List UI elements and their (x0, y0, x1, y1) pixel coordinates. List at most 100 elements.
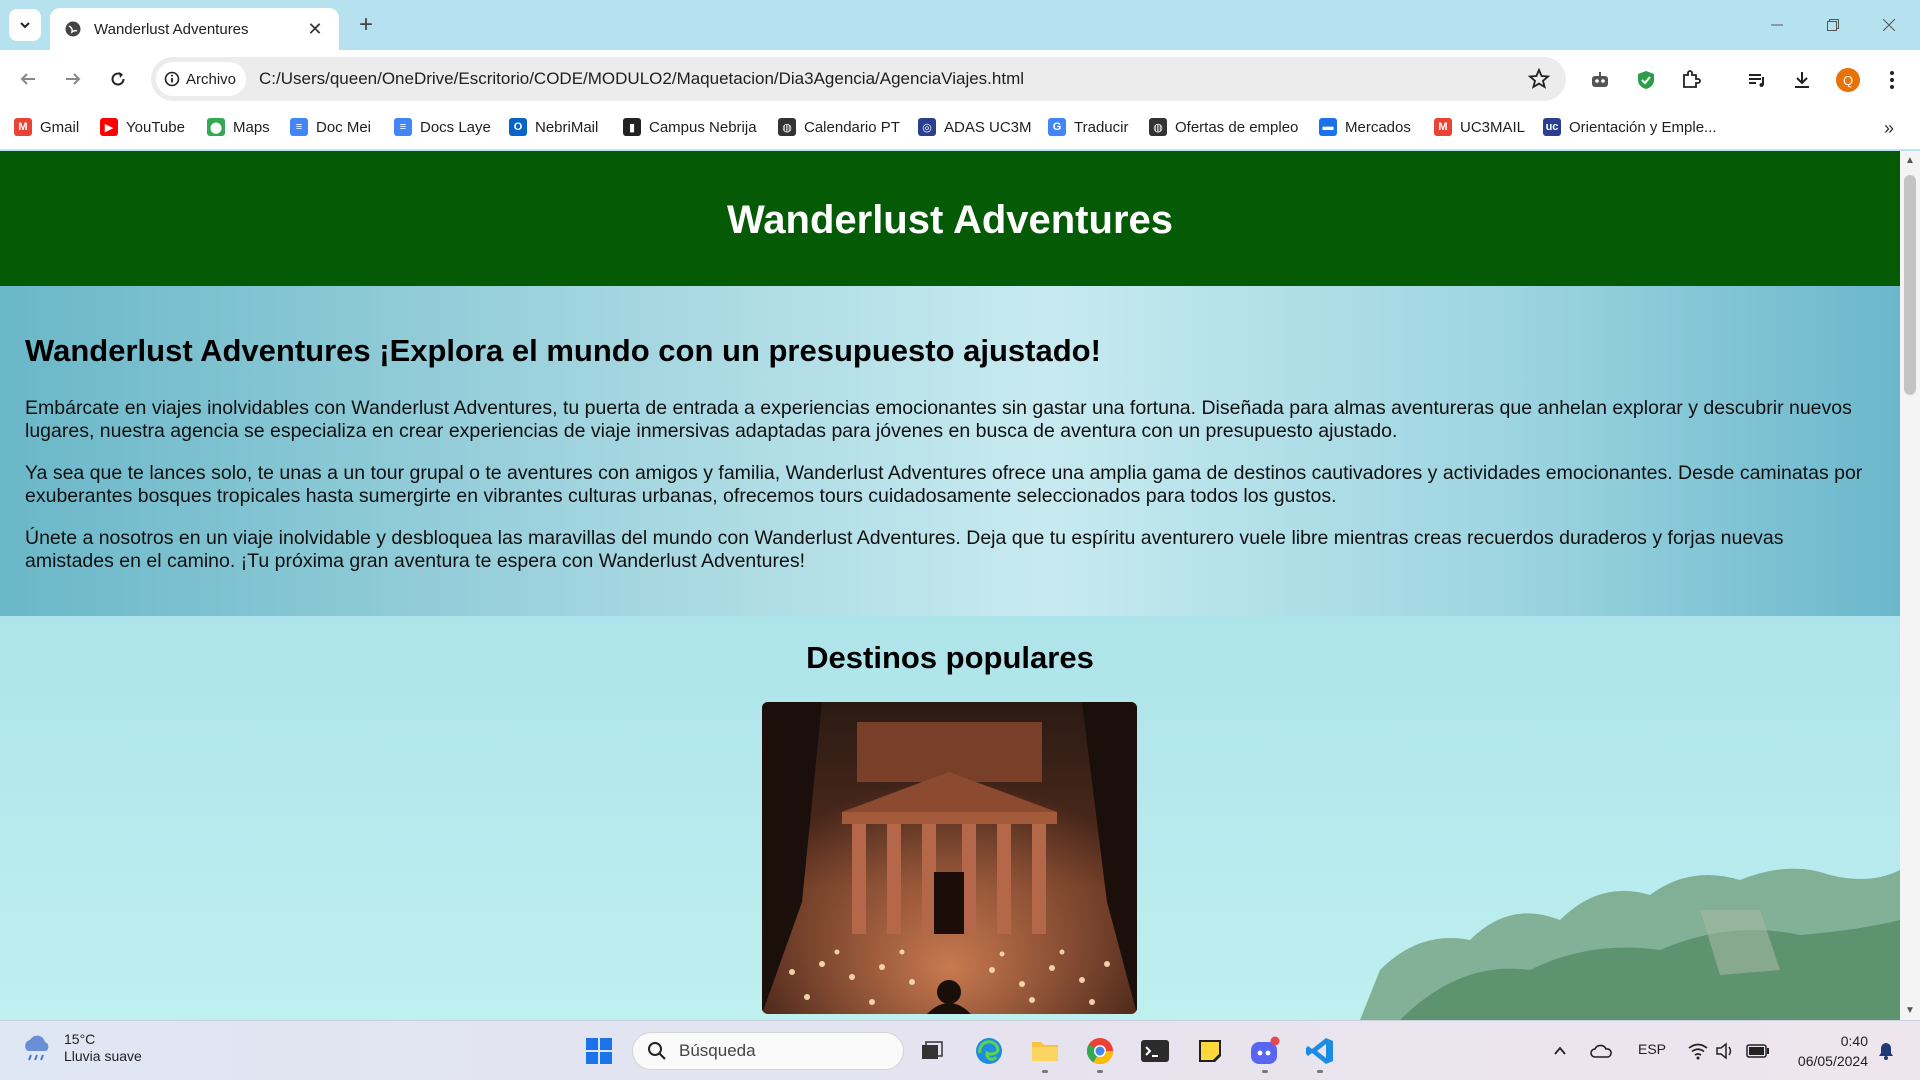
volume-button[interactable] (1707, 1033, 1743, 1069)
bookmark-item[interactable]: ⬤ Maps (207, 118, 270, 136)
site-info-label: Archivo (186, 70, 237, 88)
notifications-button[interactable] (1868, 1033, 1904, 1069)
bookmark-label: Maps (233, 118, 270, 136)
mercados-icon: ▬ (1319, 118, 1337, 136)
show-hidden-icons-button[interactable] (1542, 1033, 1578, 1069)
battery-icon (1746, 1044, 1769, 1058)
arrow-right-icon (66, 73, 81, 85)
campus-icon: ▮ (623, 118, 641, 136)
globe-icon (65, 21, 81, 37)
new-tab-button[interactable]: + (353, 12, 379, 38)
minimize-icon (1771, 24, 1783, 26)
reload-button[interactable] (103, 64, 133, 94)
close-window-button[interactable] (1866, 12, 1912, 38)
youtube-icon: ▶ (100, 118, 118, 136)
globe-icon: ◍ (778, 118, 796, 136)
tab-search-button[interactable] (9, 9, 41, 41)
puzzle-icon (1683, 70, 1701, 88)
bookmark-item[interactable]: G Traducir (1048, 118, 1128, 136)
edge-app[interactable] (971, 1033, 1007, 1069)
task-view-button[interactable] (914, 1033, 950, 1069)
scroll-down-icon[interactable]: ▼ (1905, 1005, 1915, 1016)
bookmark-item[interactable]: ▶ YouTube (100, 118, 185, 136)
bookmark-item[interactable]: M UC3MAIL (1434, 118, 1525, 136)
island-background-image (1360, 868, 1900, 1020)
file-explorer-app[interactable] (1027, 1033, 1063, 1073)
close-icon (1883, 19, 1895, 31)
extension-shield-button[interactable] (1632, 66, 1660, 94)
weather-desc: Lluvia suave (64, 1048, 142, 1064)
hero-section: Wanderlust Adventures ¡Explora el mundo … (0, 286, 1900, 616)
restore-icon (1827, 19, 1839, 31)
restore-button[interactable] (1810, 12, 1856, 38)
tab-strip: Wanderlust Adventures ✕ + (0, 0, 1920, 50)
chevron-down-icon (20, 22, 30, 29)
bookmark-item[interactable]: ◎ ADAS UC3M (918, 118, 1032, 136)
address-bar[interactable]: Archivo C:/Users/queen/OneDrive/Escritor… (151, 57, 1566, 101)
uc3m-icon: uc (1543, 118, 1561, 136)
onedrive-button[interactable] (1583, 1033, 1619, 1069)
bookmark-item[interactable]: M Gmail (14, 118, 79, 136)
bookmark-label: Gmail (40, 118, 80, 136)
bookmark-item[interactable]: ≡ Doc Mei (290, 118, 371, 136)
bookmark-label: Doc Mei (316, 118, 372, 136)
terminal-app[interactable] (1137, 1033, 1173, 1069)
menu-button[interactable] (1878, 66, 1906, 94)
language-indicator[interactable]: ESP (1638, 1041, 1666, 1057)
arrow-left-icon (20, 73, 35, 85)
site-info-chip[interactable]: Archivo (156, 62, 247, 96)
sticky-notes-app[interactable] (1192, 1033, 1228, 1069)
bookmark-item[interactable]: ▮ Campus Nebrija (623, 118, 757, 136)
url-text[interactable]: C:/Users/queen/OneDrive/Escritorio/CODE/… (259, 69, 1024, 89)
terminal-icon (1141, 1040, 1169, 1062)
downloads-button[interactable] (1788, 66, 1816, 94)
battery-button[interactable] (1740, 1033, 1776, 1069)
extensions-button[interactable] (1677, 66, 1705, 94)
speaker-icon (1716, 1042, 1732, 1060)
discord-icon (1251, 1036, 1280, 1064)
discord-app[interactable] (1247, 1033, 1283, 1073)
extension-robot-button[interactable] (1586, 66, 1614, 94)
media-control-button[interactable] (1743, 66, 1771, 94)
bookmarks-overflow-button[interactable]: » (1884, 118, 1894, 139)
weather-widget[interactable]: 15°C Lluvia suave (20, 1031, 142, 1065)
bookmark-item[interactable]: uc Orientación y Emple... (1543, 118, 1717, 136)
bookmark-item[interactable]: O NebriMail (509, 118, 598, 136)
vscode-icon (1306, 1038, 1333, 1064)
page-scrollbar[interactable]: ▲ ▼ (1900, 151, 1920, 1020)
vscode-app[interactable] (1302, 1033, 1338, 1073)
folder-icon (1032, 1042, 1058, 1061)
clock-time: 0:40 (1840, 1033, 1868, 1049)
bookmark-item[interactable]: ◍ Ofertas de empleo (1149, 118, 1298, 136)
bookmark-label: ADAS UC3M (944, 118, 1032, 136)
bookmark-label: UC3MAIL (1460, 118, 1526, 136)
scroll-up-icon[interactable]: ▲ (1905, 155, 1915, 166)
petra-destination-image[interactable] (762, 702, 1137, 1014)
system-clock[interactable]: 0:40 06/05/2024 (1798, 1031, 1868, 1071)
start-button[interactable] (581, 1033, 617, 1069)
profile-button[interactable]: Q (1834, 66, 1862, 94)
forward-button[interactable] (58, 64, 88, 94)
search-icon (648, 1042, 666, 1060)
task-view-icon (922, 1041, 943, 1059)
browser-tab[interactable]: Wanderlust Adventures ✕ (50, 8, 339, 50)
taskbar-search[interactable]: Búsqueda (632, 1032, 904, 1070)
back-button[interactable] (13, 64, 43, 94)
scrollbar-thumb[interactable] (1904, 175, 1916, 395)
minimize-button[interactable] (1754, 12, 1800, 38)
gmail-icon: M (14, 118, 32, 136)
chrome-icon (1086, 1038, 1114, 1065)
windows-taskbar: 15°C Lluvia suave Búsqueda ESP 0:40 06/0… (0, 1020, 1920, 1080)
bookmarks-bar: M Gmail ▶ YouTube ⬤ Maps ≡ Doc Mei ≡ Docs Laye O Ne… (0, 108, 1920, 150)
close-tab-icon[interactable]: ✕ (305, 19, 325, 40)
wifi-icon (1688, 1043, 1708, 1060)
bookmark-item[interactable]: ≡ Docs Laye (394, 118, 491, 136)
bookmark-label: Docs Laye (420, 118, 491, 136)
running-indicator (1042, 1070, 1048, 1073)
bookmark-star-icon[interactable] (1528, 68, 1550, 90)
download-icon (1795, 72, 1809, 88)
bookmark-item[interactable]: ◍ Calendario PT (778, 118, 900, 136)
bookmark-item[interactable]: ▬ Mercados (1319, 118, 1411, 136)
globe-icon: ◍ (1149, 118, 1167, 136)
chrome-app[interactable] (1082, 1033, 1118, 1073)
